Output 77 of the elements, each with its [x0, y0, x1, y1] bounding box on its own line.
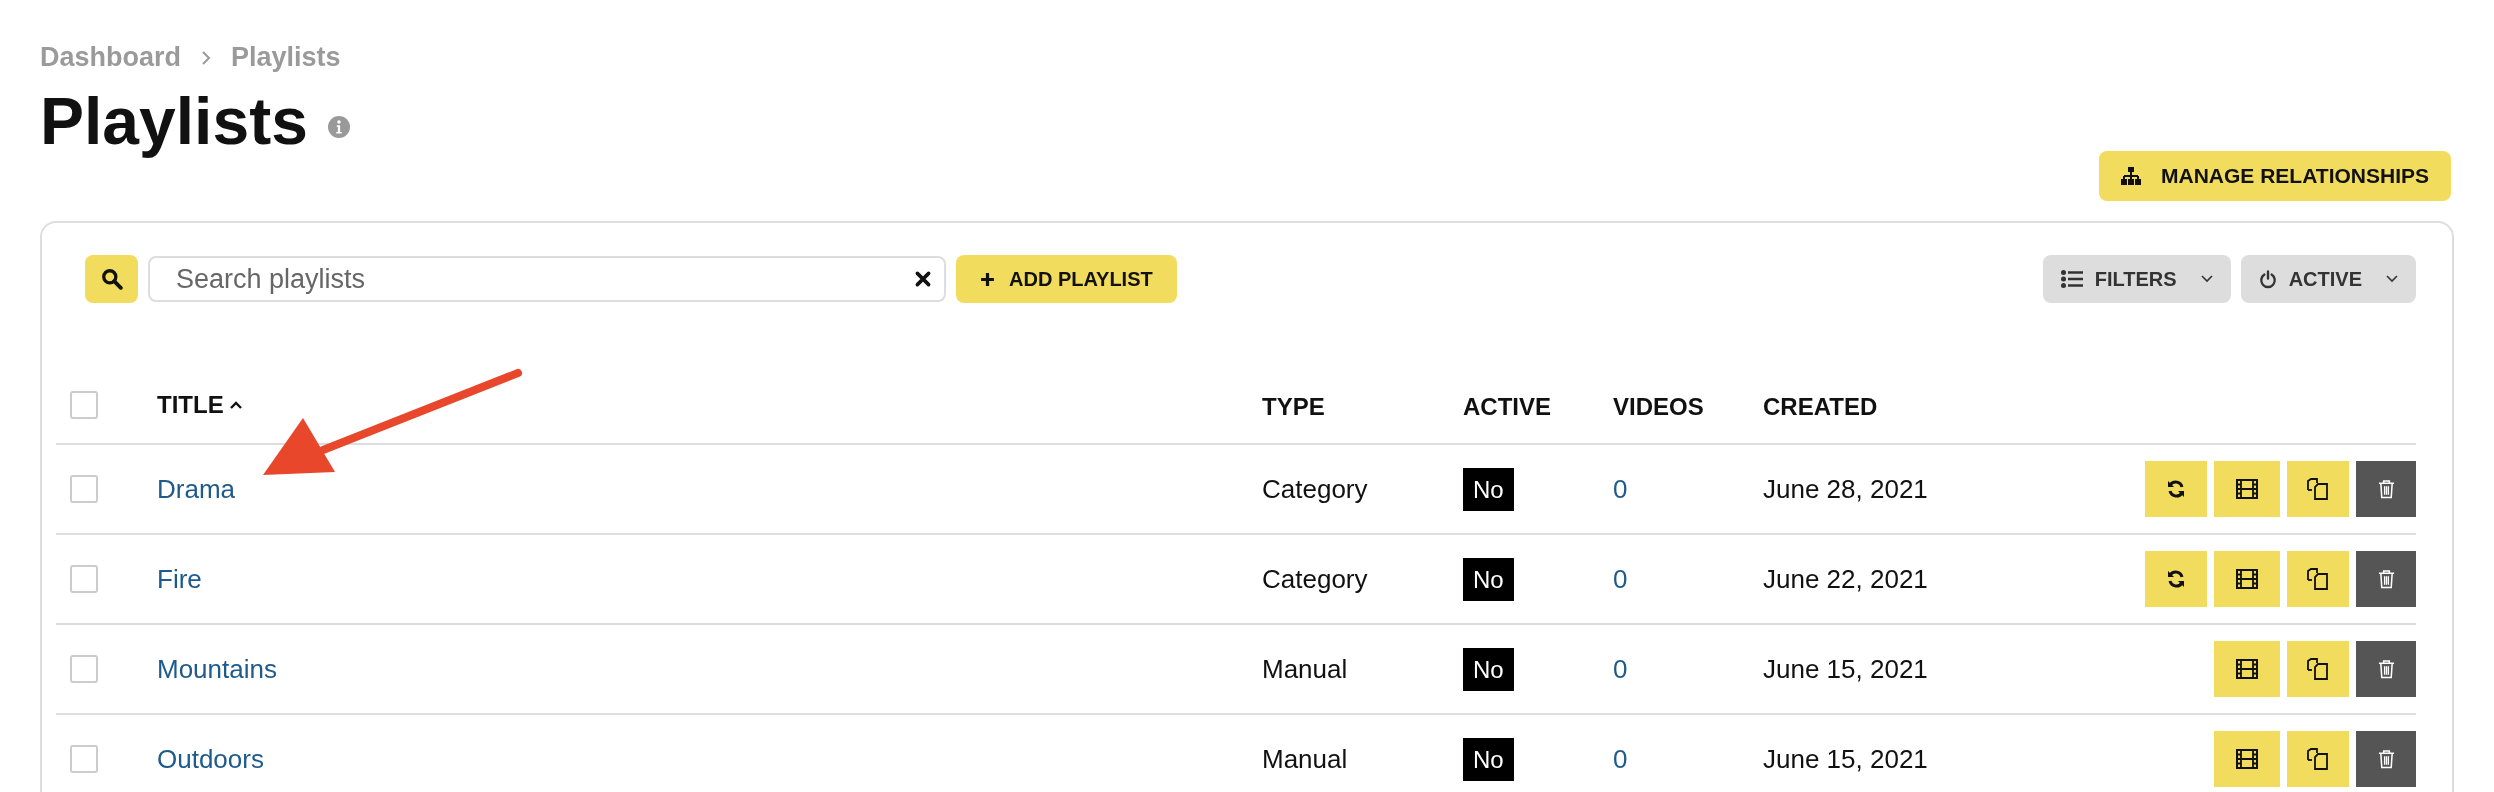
column-header[interactable]: TYPE: [1262, 393, 1325, 421]
row-checkbox[interactable]: [70, 475, 98, 503]
video-count-link[interactable]: 0: [1613, 473, 1628, 504]
copy-icon: [2307, 658, 2329, 680]
list-icon: [2060, 270, 2083, 288]
copy-button[interactable]: [2287, 551, 2349, 607]
playlist-title-link[interactable]: Mountains: [157, 653, 277, 685]
film-button[interactable]: [2214, 551, 2280, 607]
playlist-title-link[interactable]: Drama: [157, 473, 235, 505]
active-status: No: [1463, 737, 1514, 781]
plus-icon: [980, 271, 995, 287]
trash-icon: [2377, 479, 2395, 499]
film-button[interactable]: [2214, 731, 2280, 787]
created-date: June 15, 2021: [1763, 653, 1928, 684]
trash-icon: [2377, 659, 2395, 679]
row-checkbox[interactable]: [70, 655, 98, 683]
column-header[interactable]: VIDEOS: [1613, 393, 1704, 421]
caret-icon: [2200, 275, 2213, 283]
copy-icon: [2307, 568, 2329, 590]
sync-icon: [2166, 479, 2186, 499]
row-checkbox[interactable]: [70, 565, 98, 593]
playlist-type: Manual: [1262, 653, 1348, 684]
search-field[interactable]: Search playlists: [148, 256, 946, 302]
row-checkbox[interactable]: [70, 745, 98, 773]
film-icon: [2236, 479, 2258, 499]
video-count-link[interactable]: 0: [1613, 563, 1628, 594]
search-input[interactable]: Search playlists: [174, 262, 914, 296]
active-status: No: [1463, 557, 1514, 601]
playlist-type: Category: [1262, 563, 1368, 594]
playlist-type: Category: [1262, 473, 1368, 504]
page-title: Playlists: [40, 83, 308, 159]
sync-button[interactable]: [2145, 551, 2207, 607]
film-icon: [2236, 659, 2258, 679]
sitemap-icon: [2121, 167, 2142, 185]
trash-icon: [2377, 569, 2395, 589]
delete-button[interactable]: [2356, 641, 2416, 697]
add-playlist-button[interactable]: ADD PLAYLIST: [956, 255, 1177, 303]
playlist-title-link[interactable]: Fire: [157, 563, 202, 595]
film-button[interactable]: [2214, 641, 2280, 697]
created-date: June 15, 2021: [1763, 743, 1928, 774]
copy-icon: [2307, 478, 2329, 500]
delete-button[interactable]: [2356, 731, 2416, 787]
film-button[interactable]: [2214, 461, 2280, 517]
sync-button[interactable]: [2145, 461, 2207, 517]
column-header[interactable]: CREATED: [1763, 393, 1878, 421]
search-icon: [100, 268, 123, 290]
film-icon: [2236, 569, 2258, 589]
created-date: June 28, 2021: [1763, 473, 1928, 504]
column-header[interactable]: ACTIVE: [1463, 393, 1551, 421]
active-status: No: [1463, 467, 1514, 511]
power-icon: [2258, 269, 2277, 289]
delete-button[interactable]: [2356, 461, 2416, 517]
clear-icon[interactable]: [914, 270, 932, 288]
video-count-link[interactable]: 0: [1613, 743, 1628, 774]
caret-icon: [2386, 275, 2398, 283]
chevron-right-icon: [201, 49, 212, 66]
delete-button[interactable]: [2356, 551, 2416, 607]
created-date: June 22, 2021: [1763, 563, 1928, 594]
copy-icon: [2307, 748, 2329, 770]
search-button[interactable]: [85, 255, 138, 303]
filters-dropdown[interactable]: FILTERS: [2042, 255, 2231, 303]
copy-button[interactable]: [2287, 731, 2349, 787]
sort-caret-icon: [229, 401, 242, 409]
column-header[interactable]: TITLE: [157, 391, 242, 419]
video-count-link[interactable]: 0: [1613, 653, 1628, 684]
playlist-type: Manual: [1262, 743, 1348, 774]
sync-icon: [2166, 569, 2186, 589]
select-all-checkbox[interactable]: [70, 391, 98, 419]
active-status: No: [1463, 647, 1514, 691]
copy-button[interactable]: [2287, 641, 2349, 697]
info-icon[interactable]: [327, 116, 350, 138]
trash-icon: [2377, 749, 2395, 769]
active-dropdown[interactable]: ACTIVE: [2240, 255, 2416, 303]
film-icon: [2236, 749, 2258, 769]
manage-relationships-button[interactable]: MANAGE RELATIONSHIPS: [2099, 151, 2451, 201]
copy-button[interactable]: [2287, 461, 2349, 517]
playlist-title-link[interactable]: Outdoors: [157, 743, 264, 775]
